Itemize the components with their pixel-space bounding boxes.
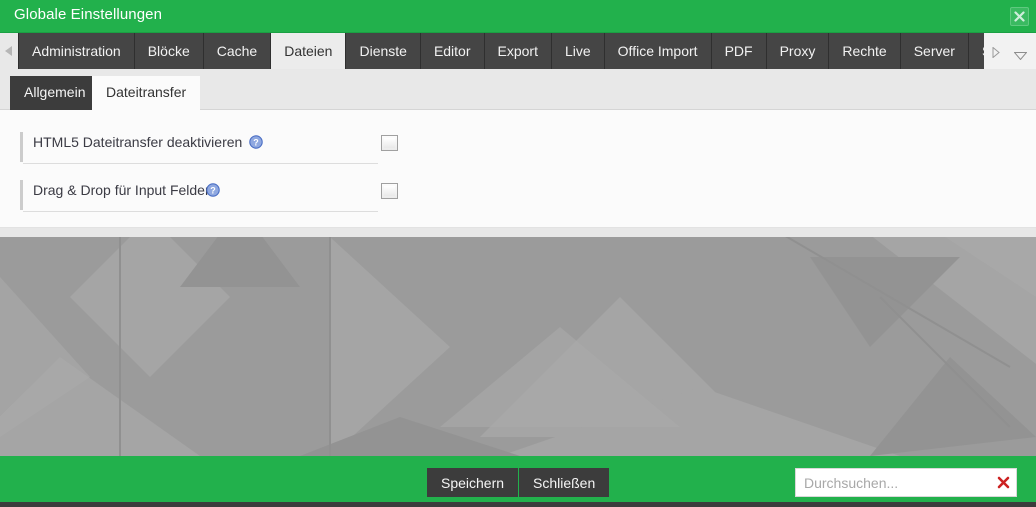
checkbox-html5-dateitransfer-deaktivieren[interactable] xyxy=(381,135,398,151)
tab-dienste[interactable]: Dienste xyxy=(346,33,421,69)
search-input[interactable] xyxy=(796,469,994,496)
tab-sitemap[interactable]: Sitemap xyxy=(968,33,984,69)
help-circle-icon[interactable]: ? xyxy=(249,135,263,149)
checkbox-drag-drop-input-felder[interactable] xyxy=(381,183,398,199)
tab-editor[interactable]: Editor xyxy=(420,33,485,69)
tab-office-import[interactable]: Office Import xyxy=(604,33,712,69)
sub-tabstrip: Allgemein Dateitransfer xyxy=(0,69,1036,110)
form-row-label: Drag & Drop für Input Felder xyxy=(33,182,210,198)
form-row: HTML5 Dateitransfer deaktivieren ? xyxy=(20,130,420,168)
tab-rechte[interactable]: Rechte xyxy=(829,33,901,69)
main-tabstrip: Administration Blöcke Cache Dateien Dienste E… xyxy=(0,33,1036,69)
row-accent-bar xyxy=(20,180,23,210)
svg-text:?: ? xyxy=(210,185,216,195)
tab-administration[interactable]: Administration xyxy=(18,33,135,69)
tab-cache[interactable]: Cache xyxy=(203,33,272,69)
form-row-label: HTML5 Dateitransfer deaktivieren xyxy=(33,134,243,150)
triangle-right-icon[interactable] xyxy=(992,45,1000,63)
clear-x-icon[interactable] xyxy=(997,476,1010,489)
settings-form-panel: HTML5 Dateitransfer deaktivieren ? Drag … xyxy=(0,110,1036,228)
row-accent-bar xyxy=(20,132,23,162)
background-wallpaper xyxy=(0,237,1036,456)
help-circle-icon[interactable]: ? xyxy=(206,183,220,197)
panel-divider xyxy=(0,228,1036,237)
row-underline xyxy=(23,163,378,164)
window-titlebar: Globale Einstellungen xyxy=(0,0,1036,33)
form-row: Drag & Drop für Input Felder ? xyxy=(20,178,420,216)
tab-navigation xyxy=(984,33,1036,69)
chevron-down-icon[interactable] xyxy=(1013,47,1028,65)
tab-pdf[interactable]: PDF xyxy=(711,33,767,69)
subtab-allgemein[interactable]: Allgemein xyxy=(10,76,100,110)
search-field xyxy=(795,468,1017,497)
row-underline xyxy=(23,211,378,212)
svg-text:?: ? xyxy=(253,137,259,147)
window-title: Globale Einstellungen xyxy=(14,6,163,23)
save-button[interactable]: Speichern xyxy=(427,468,519,497)
tab-proxy[interactable]: Proxy xyxy=(766,33,830,69)
tab-bloecke[interactable]: Blöcke xyxy=(134,33,204,69)
triangle-left-icon[interactable] xyxy=(0,33,18,69)
window-footer: Speichern Schließen xyxy=(0,456,1036,507)
tab-dateien[interactable]: Dateien xyxy=(271,33,347,69)
tab-live[interactable]: Live xyxy=(551,33,605,69)
tab-scroller: Administration Blöcke Cache Dateien Dienste E… xyxy=(18,33,984,69)
close-button[interactable]: Schließen xyxy=(519,468,610,497)
close-icon[interactable] xyxy=(1010,7,1029,26)
settings-window: Globale Einstellungen Administration Blöc… xyxy=(0,0,1036,507)
subtab-dateitransfer[interactable]: Dateitransfer xyxy=(92,76,201,110)
tab-export[interactable]: Export xyxy=(484,33,552,69)
tab-server[interactable]: Server xyxy=(900,33,969,69)
